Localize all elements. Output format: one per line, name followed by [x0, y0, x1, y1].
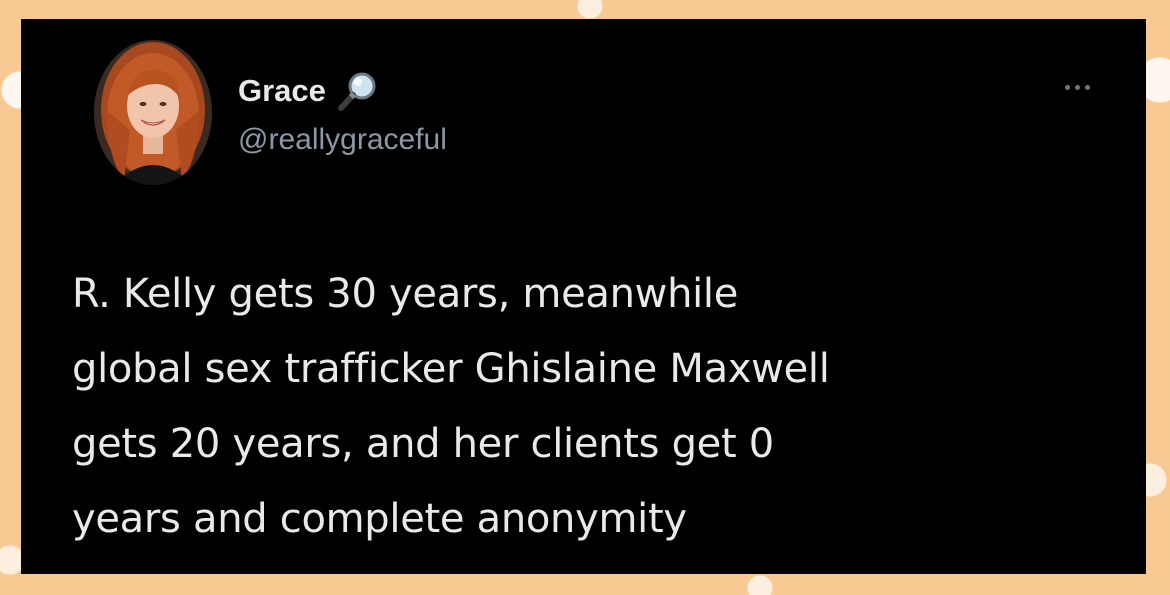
more-horizontal-icon: [1064, 84, 1070, 90]
tweet-text: R. Kelly gets 30 years, meanwhile global…: [72, 271, 830, 542]
more-horizontal-icon: [1084, 84, 1090, 90]
tweet-card: Grace @reallygraceful R. Kelly gets 30 y…: [21, 19, 1146, 574]
more-horizontal-icon: [1074, 84, 1080, 90]
author-display-name[interactable]: Grace: [238, 73, 326, 109]
avatar[interactable]: [94, 40, 212, 185]
author-handle[interactable]: @reallygraceful: [238, 123, 447, 157]
avatar-image: [94, 40, 212, 185]
more-options-button[interactable]: [1057, 77, 1097, 97]
magnifying-glass-icon: [336, 69, 380, 113]
author-name-row[interactable]: Grace: [238, 69, 380, 113]
